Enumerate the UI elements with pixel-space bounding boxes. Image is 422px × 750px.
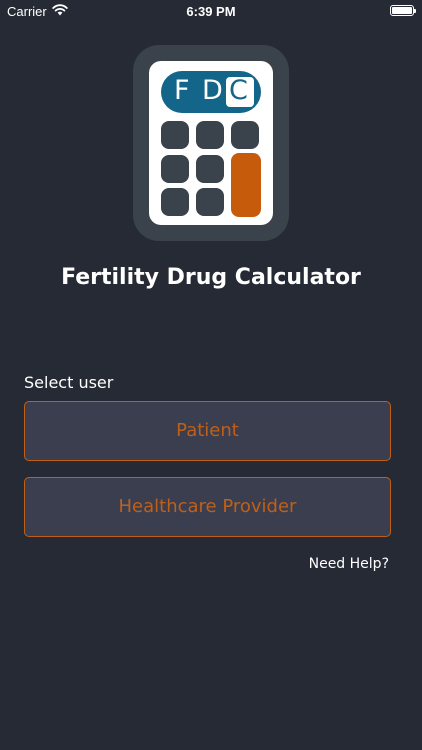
- logo-key: [196, 121, 224, 149]
- logo-key: [196, 155, 224, 183]
- clock: 6:39 PM: [186, 4, 236, 19]
- logo-letter-c: C: [229, 75, 248, 106]
- logo-key: [161, 155, 189, 183]
- logo-letter-f: F: [174, 75, 190, 106]
- patient-button[interactable]: Patient: [24, 401, 391, 461]
- logo-key-accent: [231, 153, 261, 217]
- logo-letter-c-box: C: [226, 75, 254, 107]
- logo-key: [231, 121, 259, 149]
- status-bar: Carrier 6:39 PM: [0, 0, 422, 22]
- logo-display: F D C: [161, 71, 261, 113]
- app-title: Fertility Drug Calculator: [61, 265, 361, 290]
- select-user-label: Select user: [24, 373, 114, 392]
- calculator-icon: F D C: [149, 61, 273, 225]
- app-logo: F D C: [133, 45, 289, 241]
- logo-letter-d: D: [202, 75, 223, 106]
- logo-key: [161, 188, 189, 216]
- battery-icon: [390, 5, 416, 16]
- logo-key: [196, 188, 224, 216]
- healthcare-provider-button[interactable]: Healthcare Provider: [24, 477, 391, 537]
- logo-key: [161, 121, 189, 149]
- need-help-link[interactable]: Need Help?: [309, 556, 389, 572]
